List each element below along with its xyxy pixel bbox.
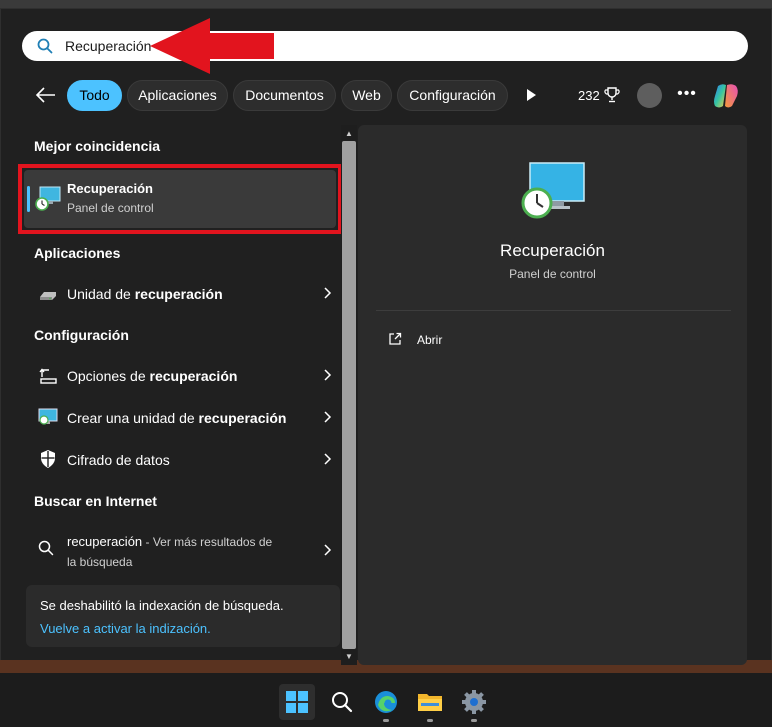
- chevron-right-icon[interactable]: [322, 452, 332, 466]
- app-recovery-drive[interactable]: Unidad de recuperación: [67, 286, 223, 302]
- open-external-icon[interactable]: [388, 332, 402, 346]
- avatar[interactable]: [637, 83, 662, 108]
- rewards-points: 232: [578, 88, 600, 103]
- search-icon: [332, 692, 353, 713]
- open-action[interactable]: Abrir: [417, 333, 442, 347]
- highlight-box: [18, 164, 342, 234]
- web-suffix: - Ver más resultados de: [142, 535, 273, 549]
- running-indicator: [471, 719, 477, 722]
- taskbar-settings-button[interactable]: [456, 684, 492, 720]
- drive-icon: [40, 292, 56, 300]
- detail-title: Recuperación: [500, 241, 605, 260]
- web-query: recuperación: [67, 534, 143, 549]
- scrollbar-thumb[interactable]: [342, 141, 356, 649]
- folder-icon: [418, 694, 442, 711]
- setting-create-recovery-drive[interactable]: Crear una unidad de recuperación: [67, 410, 286, 426]
- scroll-up-icon[interactable]: ▲: [344, 129, 354, 139]
- section-settings: Configuración: [34, 327, 129, 343]
- search-icon: [37, 38, 53, 54]
- taskbar-search-button[interactable]: [324, 684, 360, 720]
- divider: [376, 310, 731, 311]
- scroll-down-icon[interactable]: ▼: [344, 652, 354, 662]
- taskbar-file-explorer-button[interactable]: [412, 684, 448, 720]
- running-indicator: [427, 719, 433, 722]
- copilot-icon[interactable]: [710, 80, 742, 112]
- more-options-icon[interactable]: •••: [676, 84, 698, 106]
- web-result-line2: la búsqueda: [67, 555, 133, 569]
- chevron-right-icon[interactable]: [322, 286, 332, 300]
- running-indicator: [383, 719, 389, 722]
- start-button[interactable]: [279, 684, 315, 720]
- section-apps: Aplicaciones: [34, 245, 121, 261]
- back-arrow-icon[interactable]: [34, 84, 58, 106]
- indexing-notice: [26, 585, 340, 647]
- app-prefix: Unidad de: [67, 286, 135, 302]
- web-result[interactable]: recuperación - Ver más resultados de: [67, 534, 272, 549]
- windows-start-icon: [286, 691, 308, 713]
- notice-text: Se deshabilitó la indexación de búsqueda…: [40, 598, 284, 613]
- setting-bold: recuperación: [198, 410, 287, 426]
- annotation-arrow-icon: [150, 18, 274, 74]
- recovery-drive-monitor-icon: [38, 408, 58, 425]
- tab-documentos[interactable]: Documentos: [233, 80, 336, 111]
- search-query: Recuperación: [65, 38, 152, 54]
- search-icon: [38, 540, 54, 556]
- detail-subtitle: Panel de control: [509, 267, 596, 281]
- recovery-options-icon: [39, 368, 57, 384]
- reenable-indexing-link[interactable]: Vuelve a activar la indización.: [40, 621, 211, 636]
- shield-icon: [41, 450, 55, 468]
- edge-browser-icon: [375, 691, 397, 713]
- setting-prefix: Crear una unidad de: [67, 410, 199, 426]
- setting-data-encryption[interactable]: Cifrado de datos: [67, 452, 170, 468]
- trophy-icon[interactable]: [604, 86, 620, 104]
- section-web: Buscar en Internet: [34, 493, 157, 509]
- chevron-right-icon[interactable]: [322, 410, 332, 424]
- setting-prefix: Opciones de: [67, 368, 150, 384]
- tab-configuracion[interactable]: Configuración: [397, 80, 508, 111]
- gear-icon: [462, 690, 486, 714]
- chevron-right-icon[interactable]: [322, 543, 332, 557]
- taskbar-edge-button[interactable]: [368, 684, 404, 720]
- setting-bold: recuperación: [149, 368, 238, 384]
- recovery-monitor-clock-icon: [521, 162, 585, 219]
- chevron-right-icon[interactable]: [322, 368, 332, 382]
- tab-aplicaciones[interactable]: Aplicaciones: [127, 80, 228, 111]
- app-bold: recuperación: [134, 286, 223, 302]
- search-input[interactable]: Recuperación: [22, 31, 748, 61]
- setting-recovery-options[interactable]: Opciones de recuperación: [67, 368, 237, 384]
- section-best-match: Mejor coincidencia: [34, 138, 161, 154]
- tab-web[interactable]: Web: [341, 80, 392, 111]
- tab-todo[interactable]: Todo: [67, 80, 122, 111]
- more-filters-play-icon[interactable]: [524, 88, 538, 102]
- window-top-strip: [0, 0, 772, 8]
